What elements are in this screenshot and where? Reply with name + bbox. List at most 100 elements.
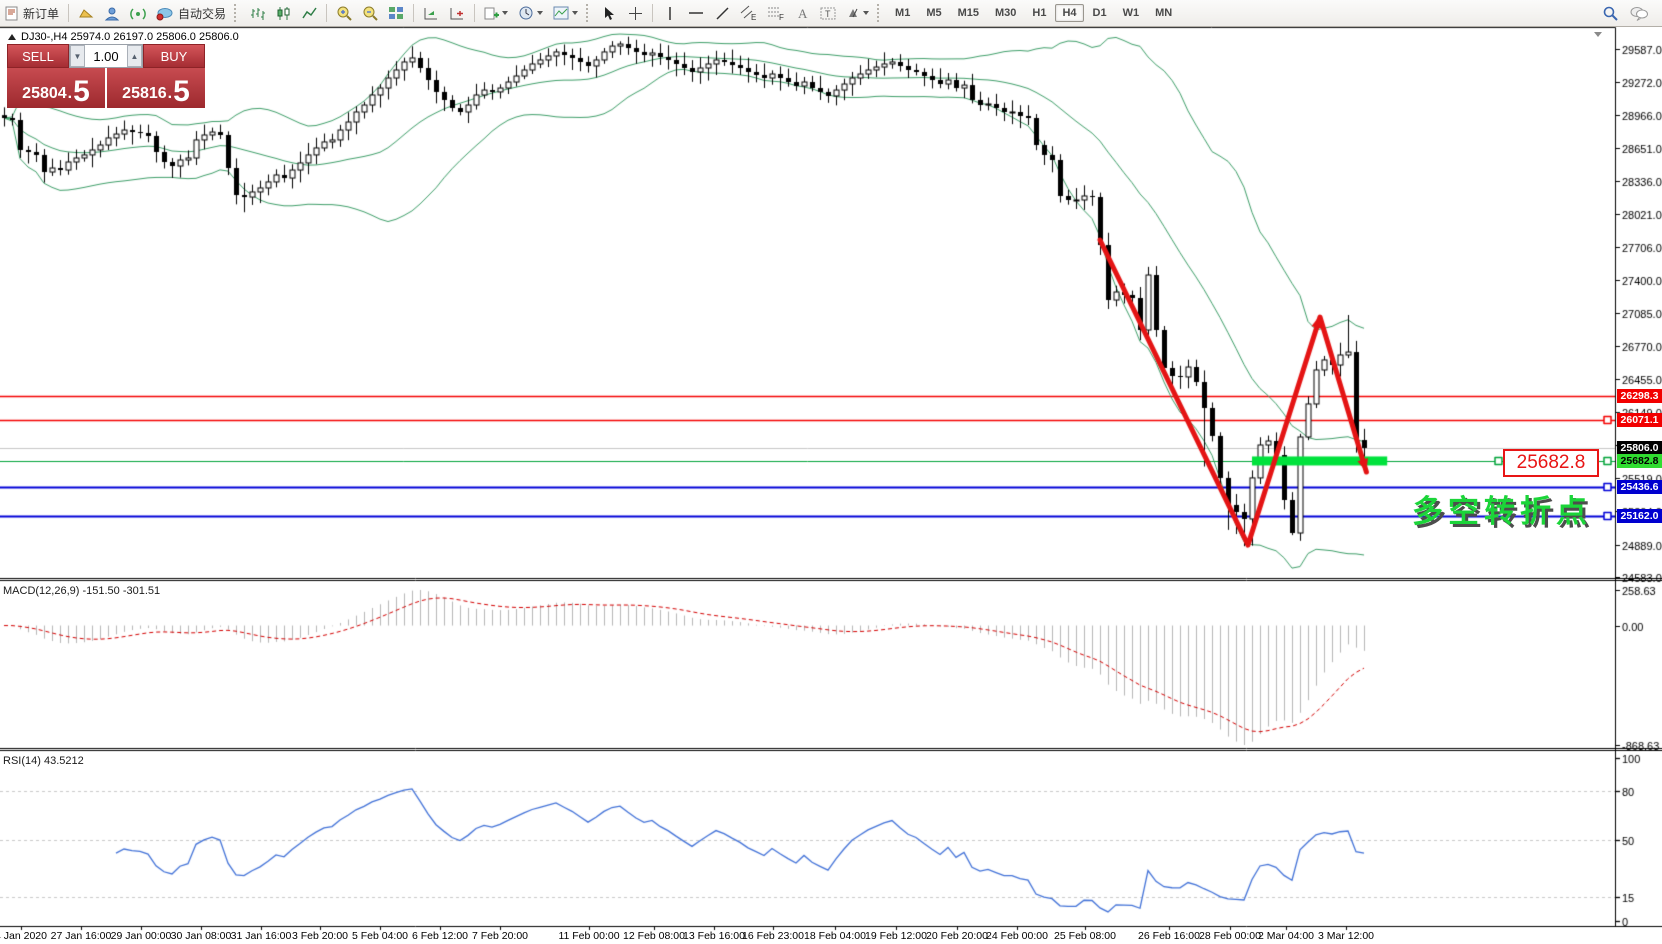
- chart-shift-button[interactable]: [445, 2, 469, 24]
- hline-button[interactable]: [684, 2, 708, 24]
- text-label-icon: T: [820, 6, 836, 21]
- chevron-down-icon[interactable]: [1594, 32, 1602, 37]
- vline-button[interactable]: [658, 2, 682, 24]
- channel-button[interactable]: E: [736, 2, 761, 24]
- rsi-indicator-label: RSI(14) 43.5212: [3, 755, 84, 767]
- dropdown-caret-icon: [537, 11, 543, 15]
- bar-chart-icon: [250, 6, 265, 21]
- timeframe-m1-button[interactable]: M1: [888, 4, 917, 22]
- timeframe-h4-button[interactable]: H4: [1055, 4, 1083, 22]
- divider: [652, 4, 653, 22]
- time-axis-label: 27 Jan 16:00: [51, 930, 112, 942]
- zoom-in-icon: [336, 5, 352, 21]
- timeframe-h1-button[interactable]: H1: [1025, 4, 1053, 22]
- gold-chart-icon: [78, 6, 94, 20]
- timeframe-m5-button[interactable]: M5: [919, 4, 948, 22]
- clock-icon: [518, 5, 534, 21]
- chat-button[interactable]: [1625, 2, 1653, 24]
- dropdown-caret-icon: [863, 11, 869, 15]
- price-tag-25806.0[interactable]: 25806.0: [1617, 441, 1662, 455]
- buy-button[interactable]: BUY: [143, 44, 205, 68]
- time-axis-label: 6 Feb 12:00: [412, 930, 468, 942]
- signals-icon: [130, 6, 146, 21]
- toolbar-grip: [234, 4, 241, 22]
- bar-chart-button[interactable]: [245, 2, 269, 24]
- price-tag-25682.8[interactable]: 25682.8: [1617, 454, 1662, 468]
- timeframe-mn-button[interactable]: MN: [1148, 4, 1179, 22]
- text-label-button[interactable]: T: [816, 2, 840, 24]
- auto-scroll-button[interactable]: [419, 2, 443, 24]
- chat-bubbles-icon: [1629, 5, 1649, 21]
- tile-windows-icon: [388, 6, 404, 20]
- price-tag-26298.3[interactable]: 26298.3: [1617, 389, 1662, 403]
- chart-shift-icon: [449, 6, 465, 21]
- turning-point-annotation[interactable]: 多空转折点: [1412, 486, 1592, 531]
- dropdown-caret-icon: [572, 11, 578, 15]
- sell-button[interactable]: SELL: [7, 44, 69, 68]
- equidistant-channel-icon: E: [740, 5, 757, 21]
- chart-title-text: DJ30-,H4 25974.0 26197.0 25806.0 25806.0: [21, 31, 239, 43]
- dropdown-caret-icon: [502, 11, 508, 15]
- volume-stepper: ▼ 1.00 ▲: [69, 44, 143, 68]
- buy-price-button[interactable]: 25816.5: [107, 68, 205, 108]
- profile-icon: [104, 6, 120, 21]
- cursor-button[interactable]: [597, 2, 621, 24]
- sell-price-button[interactable]: 25804.5: [7, 68, 105, 108]
- periods-button[interactable]: [514, 2, 547, 24]
- profiles-button[interactable]: [100, 2, 124, 24]
- divider: [68, 4, 69, 22]
- new-order-button[interactable]: 新订单: [1, 2, 63, 24]
- candle-chart-button[interactable]: [271, 2, 295, 24]
- price-tag-25162.0[interactable]: 25162.0: [1617, 509, 1662, 523]
- buy-price-main: 25816: [122, 83, 167, 105]
- timeframe-d1-button[interactable]: D1: [1086, 4, 1114, 22]
- time-axis-label: 26 Feb 16:00: [1138, 930, 1200, 942]
- buy-price-pip: 5: [173, 79, 190, 105]
- volume-increase-button[interactable]: ▲: [127, 45, 142, 67]
- zoom-out-button[interactable]: [358, 2, 382, 24]
- candlestick-icon: [276, 6, 291, 21]
- signals-button[interactable]: [126, 2, 150, 24]
- add-indicator-icon: [484, 6, 499, 21]
- tile-windows-button[interactable]: [384, 2, 408, 24]
- timeframe-m30-button[interactable]: M30: [988, 4, 1023, 22]
- search-button[interactable]: [1598, 2, 1623, 24]
- text-button[interactable]: A: [790, 2, 814, 24]
- line-chart-button[interactable]: [297, 2, 321, 24]
- time-axis-label: 16 Feb 23:00: [742, 930, 804, 942]
- volume-decrease-button[interactable]: ▼: [70, 45, 85, 67]
- zoom-out-icon: [362, 5, 378, 21]
- time-axis-label: 13 Feb 16:00: [683, 930, 745, 942]
- auto-trading-button[interactable]: 自动交易: [152, 2, 230, 24]
- chart-title: DJ30-,H4 25974.0 26197.0 25806.0 25806.0: [8, 31, 239, 43]
- one-click-trading-panel: SELL ▼ 1.00 ▲ BUY 25804.5 25816.5: [7, 44, 205, 108]
- cursor-icon: [603, 6, 615, 21]
- price-level-box[interactable]: 25682.8: [1503, 449, 1599, 477]
- templates-button[interactable]: [549, 2, 582, 24]
- fibonacci-button[interactable]: F: [763, 2, 788, 24]
- timeframe-m15-button[interactable]: M15: [951, 4, 986, 22]
- volume-input[interactable]: 1.00: [85, 49, 127, 64]
- trendline-icon: [715, 6, 730, 21]
- price-chart-canvas[interactable]: [0, 0, 1662, 944]
- main-toolbar: 新订单 自动交易 E F A T M1M5M15M30H1H4D1W1MN: [0, 0, 1662, 27]
- template-icon: [553, 6, 569, 20]
- time-axis-label: 25 Feb 08:00: [1054, 930, 1116, 942]
- sell-price-pip: 5: [73, 79, 90, 105]
- zoom-in-button[interactable]: [332, 2, 356, 24]
- crosshair-button[interactable]: [623, 2, 647, 24]
- time-axis-label: 18 Feb 04:00: [804, 930, 866, 942]
- timeframe-w1-button[interactable]: W1: [1116, 4, 1147, 22]
- text-icon: A: [796, 6, 809, 20]
- indicators-button[interactable]: [480, 2, 512, 24]
- time-axis-label: 4 Jan 2020: [0, 930, 47, 942]
- arrows-button[interactable]: [842, 2, 873, 24]
- time-axis-label: 28 Feb 00:00: [1199, 930, 1261, 942]
- price-tag-26071.1[interactable]: 26071.1: [1617, 413, 1662, 427]
- price-tag-25436.6[interactable]: 25436.6: [1617, 480, 1662, 494]
- trendline-button[interactable]: [710, 2, 734, 24]
- new-chart-button[interactable]: [74, 2, 98, 24]
- time-axis-label: 2 Mar 04:00: [1258, 930, 1314, 942]
- time-axis-label: 20 Feb 20:00: [926, 930, 988, 942]
- collapse-panel-icon[interactable]: [8, 34, 16, 40]
